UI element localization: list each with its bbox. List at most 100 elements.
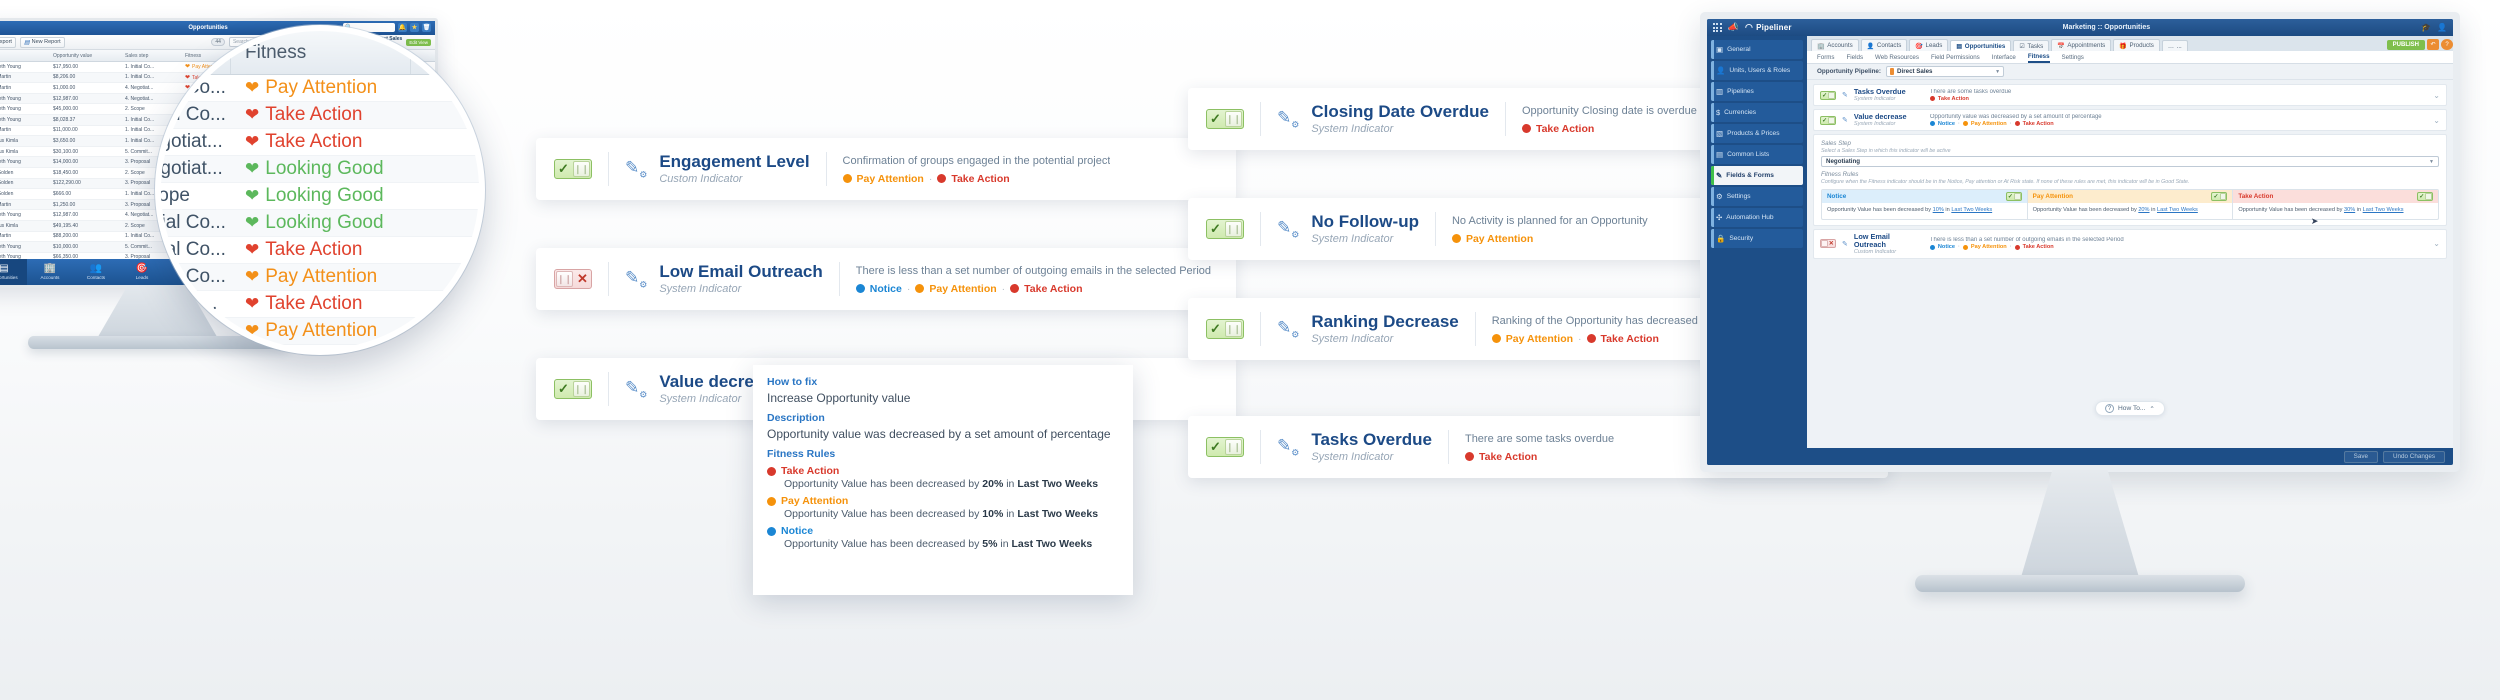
sidebar-item-automation-hub[interactable]: ✣Automation Hub: [1711, 208, 1803, 227]
bottom-indicator-card[interactable]: ✕✎Low Email OutreachCustom IndicatorTher…: [1813, 229, 2447, 259]
sub-tab-web-resources[interactable]: Web Resources: [1875, 54, 1919, 61]
col-opportunity-value[interactable]: Opportunity value: [49, 53, 121, 59]
sub-tab-field-permissions[interactable]: Field Permissions: [1931, 54, 1980, 61]
indicator-card-engagement-level[interactable]: ✓❙❙ ✎⚙ Engagement Level Custom Indicator…: [536, 138, 1236, 200]
indicator-description: There is less than a set number of outgo…: [1930, 237, 2427, 243]
enable-toggle[interactable]: ✓❙❙: [554, 159, 592, 179]
indicator-card[interactable]: ✕✎Low Email OutreachCustom IndicatorTher…: [1813, 229, 2447, 259]
chevron-down-icon[interactable]: ⌄: [2433, 239, 2440, 248]
rule-period-link[interactable]: Last Two Weeks: [2157, 207, 2198, 213]
sidebar-item-security[interactable]: 🔒Security: [1711, 229, 1803, 248]
edit-pencil-icon[interactable]: ✎⚙: [625, 378, 647, 400]
sidebar-item-fields-forms[interactable]: ✎Fields & Forms: [1711, 166, 1803, 185]
edit-pencil-icon[interactable]: ✎⚙: [1277, 436, 1299, 458]
edit-pencil-icon[interactable]: ✎⚙: [625, 158, 647, 180]
rule-enable-toggle[interactable]: ✓: [2211, 192, 2227, 201]
entity-tab-products[interactable]: 🎁Products: [2113, 39, 2160, 51]
indicator-card[interactable]: ✓✎Tasks OverdueSystem IndicatorThere are…: [1813, 84, 2447, 106]
enable-toggle[interactable]: ✓❙❙: [1206, 109, 1244, 129]
entity-tab-opportunities[interactable]: ▤Opportunities: [1950, 40, 2011, 51]
edit-pencil-icon[interactable]: ✎: [1842, 91, 1848, 99]
footer-tab-leads[interactable]: 🎯Leads: [119, 259, 165, 285]
app-launcher-icon[interactable]: [1713, 23, 1722, 32]
pipeline-select[interactable]: Direct Sales ▼: [1886, 66, 2004, 77]
rule-enable-toggle[interactable]: ✓: [2417, 192, 2433, 201]
sub-tab-settings[interactable]: Settings: [2062, 54, 2084, 61]
rule-enable-toggle[interactable]: ✓: [2006, 192, 2022, 201]
magnified-cell-fitness: ❤Looking Good: [231, 212, 485, 234]
undo-changes-button[interactable]: Undo Changes: [2383, 451, 2445, 463]
enable-toggle[interactable]: ✕: [1820, 239, 1836, 248]
edit-pencil-icon[interactable]: ✎: [1842, 240, 1848, 248]
sales-step-select[interactable]: Negotiating ▼: [1821, 156, 2439, 167]
enable-toggle[interactable]: ✓❙❙: [554, 379, 592, 399]
edit-pencil-icon[interactable]: ✎: [1842, 116, 1848, 124]
sub-tab-fitness[interactable]: Fitness: [2028, 51, 2050, 63]
edit-pencil-icon[interactable]: ✎⚙: [1277, 108, 1299, 130]
export-button[interactable]: ⬆Export: [0, 37, 16, 48]
cell-owner: Nikolaus Kimla: [0, 286, 49, 288]
tooltip-description-label: Description: [767, 412, 1119, 424]
rule-percent-link[interactable]: 20%: [2138, 207, 2149, 213]
fitness-rule-column-notice: Notice✓Opportunity Value has been decrea…: [1822, 190, 2028, 219]
publish-button[interactable]: PUBLISH: [2387, 40, 2425, 50]
footer-tab-contacts[interactable]: 👥Contacts: [73, 259, 119, 285]
magnified-cell-sales-step: 1. Initial Co...: [155, 77, 231, 99]
sub-tab-interface[interactable]: Interface: [1992, 54, 2016, 61]
chevron-down-icon[interactable]: ⌄: [2433, 116, 2440, 125]
indicator-subtitle: System Indicator: [1854, 121, 1924, 127]
entity-tab-appointments[interactable]: 📅Appointments: [2051, 39, 2111, 51]
entity-tabs: 🏢Accounts👤Contacts🎯Leads▤Opportunities☑T…: [1807, 36, 2453, 51]
enable-toggle[interactable]: ✓: [1820, 91, 1836, 100]
enable-toggle[interactable]: ✓❙❙: [1206, 319, 1244, 339]
sidebar-item-units-users-roles[interactable]: 👤Units, Users & Roles: [1711, 61, 1803, 80]
indicator-card-low-email-outreach[interactable]: ❙❙✕ ✎⚙ Low Email Outreach System Indicat…: [536, 248, 1236, 310]
sidebar-item-products-prices[interactable]: ▧Products & Prices: [1711, 124, 1803, 143]
enable-toggle[interactable]: ❙❙✕: [554, 269, 592, 289]
new-report-button[interactable]: ▤New Report: [20, 37, 65, 48]
save-button[interactable]: Save: [2344, 451, 2378, 463]
edit-pencil-icon[interactable]: ✎⚙: [1277, 318, 1299, 340]
edit-pencil-icon[interactable]: ✎⚙: [1277, 218, 1299, 240]
sidebar-item-currencies[interactable]: $Currencies: [1711, 103, 1803, 122]
entity-tab-tasks[interactable]: ☑Tasks: [2013, 40, 2049, 51]
sidebar-item-pipelines[interactable]: ▥Pipelines: [1711, 82, 1803, 101]
enable-toggle[interactable]: ✓❙❙: [1206, 437, 1244, 457]
academy-icon[interactable]: 🎓: [2421, 23, 2431, 32]
rule-percent-link[interactable]: 10%: [1933, 207, 1944, 213]
action-bar: Save Undo Changes: [1807, 448, 2453, 465]
entity-tab--[interactable]: …...: [2162, 40, 2188, 51]
entity-tab-contacts[interactable]: 👤Contacts: [1861, 39, 1908, 51]
undo-icon-button[interactable]: ↶: [2427, 39, 2439, 50]
rule-period-link[interactable]: Last Two Weeks: [2363, 207, 2404, 213]
sidebar-item-settings[interactable]: ⚙Settings: [1711, 187, 1803, 206]
footer-tab-accounts[interactable]: 🏢Accounts: [27, 259, 73, 285]
indicator-title: Low Email Outreach: [659, 262, 822, 282]
megaphone-icon[interactable]: 📣: [1728, 22, 1739, 33]
opportunities-icon: ▤: [0, 264, 9, 274]
sub-tab-fields[interactable]: Fields: [1847, 54, 1864, 61]
help-icon-button[interactable]: ?: [2441, 39, 2453, 50]
sidebar-item-common-lists[interactable]: ▤Common Lists: [1711, 145, 1803, 164]
chevron-down-icon[interactable]: ⌄: [2433, 91, 2440, 100]
rule-period-link[interactable]: Last Two Weeks: [1951, 207, 1992, 213]
rule-percent-link[interactable]: 30%: [2344, 207, 2355, 213]
sidebar-item-general[interactable]: ▣General: [1711, 40, 1803, 59]
user-avatar-icon[interactable]: 👤: [2437, 23, 2447, 32]
entity-tab-leads[interactable]: 🎯Leads: [1909, 39, 1948, 51]
magnified-table-row: 4. Negotiat...❤Take Action: [155, 129, 485, 156]
edit-pencil-icon[interactable]: ✎⚙: [625, 268, 647, 290]
sub-tab-forms[interactable]: Forms: [1817, 54, 1835, 61]
indicator-list: ✓✎Tasks OverdueSystem IndicatorThere are…: [1813, 84, 2447, 131]
cell-owner: Todd Martin: [0, 127, 49, 133]
how-to-button[interactable]: ? How To... ⌃: [2095, 401, 2165, 416]
divider: [1475, 312, 1476, 346]
products-icon: 🎁: [2119, 42, 2127, 50]
enable-toggle[interactable]: ✓❙❙: [1206, 219, 1244, 239]
col-owner[interactable]: Owner: [0, 53, 49, 59]
entity-tab-accounts[interactable]: 🏢Accounts: [1811, 39, 1859, 51]
products-icon: ▧: [1716, 129, 1723, 138]
enable-toggle[interactable]: ✓: [1820, 116, 1836, 125]
indicator-card[interactable]: ✓✎Value decreaseSystem IndicatorOpportun…: [1813, 109, 2447, 131]
footer-tab-opportunities[interactable]: ▤Opportunities: [0, 259, 27, 285]
